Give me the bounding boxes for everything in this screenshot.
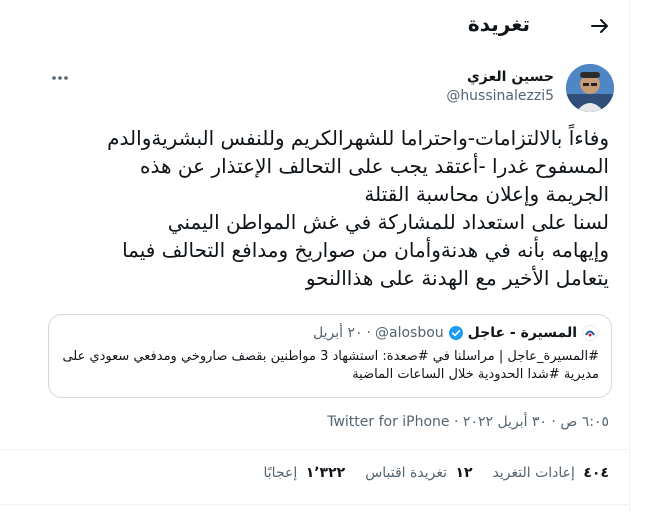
stat-count: ١٢ [455,465,473,481]
quoted-tweet[interactable]: المسيرة - عاجل @alosbou · ٢٠ أبريل #المس… [48,314,612,398]
quoted-avatar [581,324,599,342]
stat-likes[interactable]: ١٬٣٢٢ إعجابًا [264,465,346,481]
tweet-time[interactable]: ٦:٠٥ ص [560,414,609,430]
stat-retweets[interactable]: ٤٠٤ إعادات التغريد [493,465,609,481]
arrow-right-icon [591,19,608,33]
stat-label: تغريدة اقتباس [365,465,447,481]
tweet-date[interactable]: ٣٠ أبريل ٢٠٢٢ [463,414,547,430]
tweet-text: وفاءاً بالالتزامات-واحتراما للشهرالكريم … [107,126,609,290]
divider [0,504,630,505]
quoted-author-name: المسيرة - عاجل [467,325,577,341]
quoted-tweet-header: المسيرة - عاجل @alosbou · ٢٠ أبريل [313,323,599,343]
quoted-separator: · [366,325,371,341]
verified-badge-icon [448,326,463,340]
stat-label: إعادات التغريد [492,465,575,481]
tweet-detail-panel: تغريدة حسين العزي @hussinalezzi5 وفاءاً … [0,0,630,512]
page-title: تغريدة [467,12,530,36]
tweet-author: حسين العزي @hussinalezzi5 [0,64,630,116]
page-header: تغريدة [0,0,630,52]
meta-separator: · [454,414,459,430]
stat-count: ١٬٣٢٢ [305,465,346,481]
meta-separator: · [551,414,556,430]
back-button[interactable] [584,10,616,42]
quoted-author-handle: @alosbou [375,325,444,341]
quoted-tweet-text: #المسيرة_عاجل | مراسلنا في #صعدة: استشها… [62,349,599,382]
tweet-stats: ٤٠٤ إعادات التغريد ١٢ تغريدة اقتباس ١٬٣٢… [264,465,609,481]
tweet-source[interactable]: Twitter for iPhone [327,414,449,430]
stat-quote-tweets[interactable]: ١٢ تغريدة اقتباس [365,465,472,481]
divider [0,449,630,450]
author-handle[interactable]: @hussinalezzi5 [446,88,554,104]
quoted-time: ٢٠ أبريل [313,325,363,341]
more-button[interactable] [48,68,72,88]
stat-label: إعجابًا [263,465,298,481]
avatar[interactable] [566,64,614,112]
quoted-avatar-logo-icon [582,325,598,341]
more-horizontal-icon [52,76,68,80]
author-name[interactable]: حسين العزي [467,69,554,85]
tweet-meta: ٦:٠٥ ص · ٣٠ أبريل ٢٠٢٢ · Twitter for iPh… [327,414,609,430]
avatar-image [566,64,614,112]
stat-count: ٤٠٤ [583,465,609,481]
